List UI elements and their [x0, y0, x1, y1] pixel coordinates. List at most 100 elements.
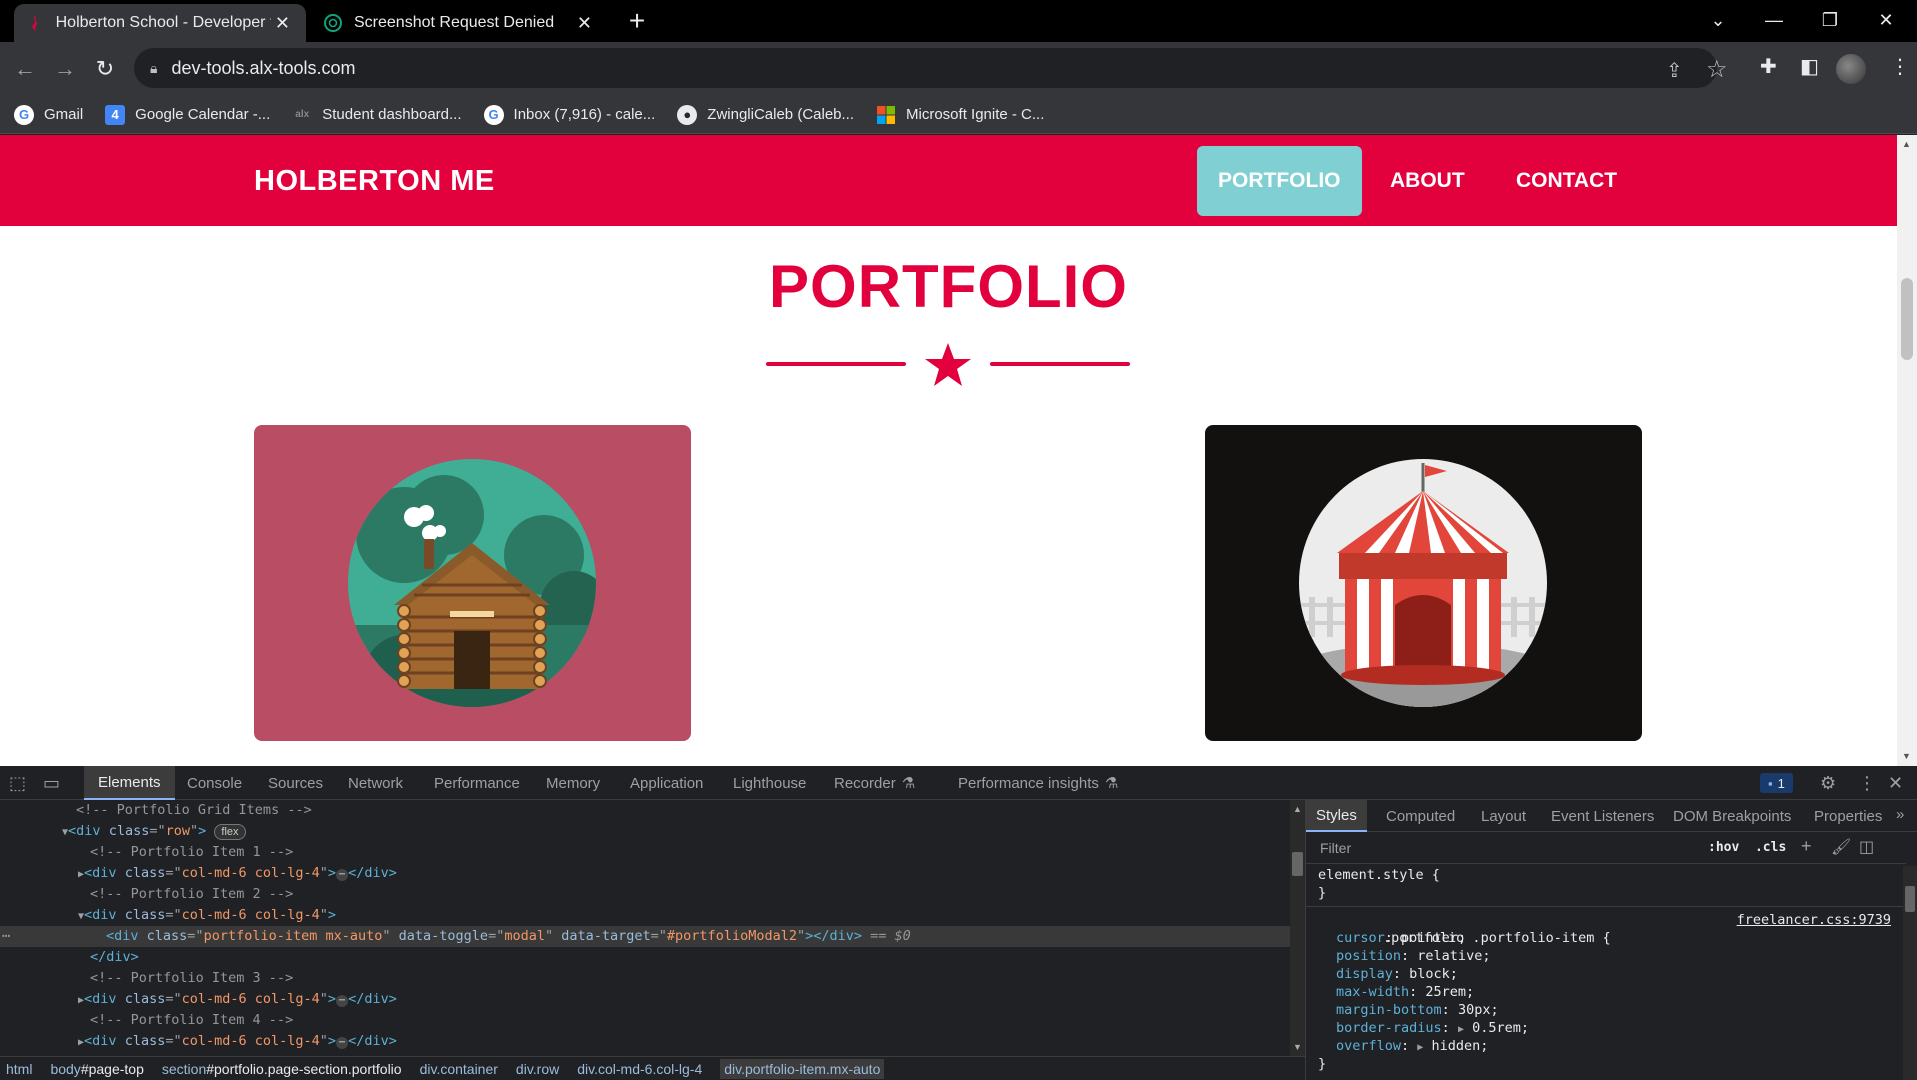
styles-tab-properties[interactable]: Properties: [1814, 800, 1882, 832]
devtools-tab-recorder[interactable]: Recorder ⚗: [834, 766, 915, 800]
minimize-icon[interactable]: —: [1744, 0, 1804, 40]
page-scrollbar[interactable]: ▲ ▼: [1897, 135, 1917, 766]
breadcrumb-section[interactable]: section#portfolio.page-section.portfolio: [162, 1061, 402, 1077]
page-scrollbar-thumb[interactable]: [1901, 278, 1913, 360]
browser-tab-screenshot[interactable]: Screenshot Request Denied ✕: [312, 4, 608, 42]
new-tab-button[interactable]: +: [620, 4, 654, 38]
issues-badge[interactable]: ▪ 1: [1760, 773, 1793, 793]
styles-tab-dom-breakpoints[interactable]: DOM Breakpoints: [1673, 800, 1791, 832]
css-declaration[interactable]: display: block;: [1318, 965, 1903, 983]
devtools-tab-performance[interactable]: Performance: [434, 766, 520, 800]
bookmark-inbox[interactable]: G Inbox (7,916) - cale...: [483, 104, 655, 125]
window-close-icon[interactable]: ✕: [1856, 0, 1916, 40]
flex-badge[interactable]: flex: [214, 824, 246, 840]
paint-roller-icon[interactable]: 🖌︎: [1831, 837, 1851, 857]
tab-close-icon[interactable]: ✕: [271, 13, 294, 34]
tab-search-chevron-icon[interactable]: ⌄: [1688, 0, 1748, 40]
extensions-puzzle-icon[interactable]: ✚: [1760, 54, 1777, 79]
dom-node[interactable]: ▶<div class="col-md-6 col-lg-4"> ⋯ </div>: [0, 1031, 1290, 1052]
styles-tab-layout[interactable]: Layout: [1481, 800, 1526, 832]
devtools-menu-kebab-icon[interactable]: ⋮: [1858, 773, 1876, 794]
devtools-tab-performance-insights[interactable]: Performance insights ⚗: [958, 766, 1118, 800]
devtools-tab-application[interactable]: Application: [630, 766, 703, 800]
address-bar[interactable]: 🔒︎ dev-tools.alx-tools.com ⇪ ☆: [134, 48, 1728, 88]
breadcrumb-portfolio-item[interactable]: div.portfolio-item.mx-auto: [720, 1058, 885, 1079]
more-tabs-chevron-icon[interactable]: »: [1896, 806, 1904, 823]
expand-triangle-icon[interactable]: ▶: [1458, 1024, 1464, 1035]
nav-link-contact[interactable]: CONTACT: [1495, 146, 1638, 216]
elements-scrollbar-thumb[interactable]: [1292, 852, 1303, 876]
css-rule-header[interactable]: .portfolio .portfolio-item { freelancer.…: [1318, 911, 1903, 946]
dom-node[interactable]: ▼<div class="col-md-6 col-lg-4">: [0, 905, 1290, 926]
portfolio-item-cabin[interactable]: [254, 425, 691, 741]
scroll-up-arrow-icon[interactable]: ▲: [1293, 804, 1302, 814]
expand-triangle-icon[interactable]: ▶: [1417, 1042, 1423, 1053]
breadcrumb-html[interactable]: html: [6, 1061, 32, 1077]
menu-kebab-icon[interactable]: ⋮: [1890, 54, 1910, 79]
restore-icon[interactable]: ❐: [1800, 0, 1860, 40]
ellipsis-icon[interactable]: ⋯: [336, 995, 349, 1007]
bookmark-gmail[interactable]: G Gmail: [14, 104, 83, 125]
devtools-tab-sources[interactable]: Sources: [268, 766, 323, 800]
breadcrumb-container[interactable]: div.container: [420, 1061, 498, 1077]
share-icon[interactable]: ⇪: [1666, 58, 1683, 83]
dom-node[interactable]: <!-- Portfolio Item 2 -->: [0, 884, 1290, 905]
css-declaration[interactable]: position: relative;: [1318, 947, 1903, 965]
reload-icon[interactable]: ↻: [87, 51, 123, 87]
rule-source-link[interactable]: freelancer.css:9739: [1737, 911, 1891, 929]
styles-filter-input[interactable]: Filter :hov .cls + 🖌︎ ◫: [1306, 832, 1906, 864]
inspect-element-icon[interactable]: ⬚: [9, 773, 26, 794]
nav-link-about[interactable]: ABOUT: [1369, 146, 1486, 216]
devtools-tab-elements[interactable]: Elements: [84, 766, 175, 800]
bookmark-microsoft-ignite[interactable]: Microsoft Ignite - C...: [876, 105, 1044, 125]
dom-node[interactable]: <!-- Portfolio Item 4 -->: [0, 1010, 1290, 1031]
devtools-tab-console[interactable]: Console: [187, 766, 242, 800]
portfolio-item-circus-tent[interactable]: [1205, 425, 1642, 741]
styles-tab-styles[interactable]: Styles: [1306, 800, 1367, 832]
ellipsis-icon[interactable]: ⋯: [336, 869, 349, 881]
elements-scrollbar[interactable]: ▲ ▼: [1290, 800, 1305, 1056]
dom-node[interactable]: <!-- Portfolio Item 1 -->: [0, 842, 1290, 863]
dom-node[interactable]: ▶<div class="col-md-6 col-lg-4"> ⋯ </div>: [0, 863, 1290, 884]
tab-close-icon[interactable]: ✕: [573, 13, 596, 34]
breadcrumb-row[interactable]: div.row: [516, 1061, 559, 1077]
styles-scrollbar-thumb[interactable]: [1905, 886, 1915, 912]
hov-toggle[interactable]: :hov .cls: [1708, 840, 1786, 855]
scroll-up-arrow-icon[interactable]: ▲: [1902, 139, 1911, 149]
device-toolbar-icon[interactable]: ▭: [43, 773, 60, 794]
bookmark-star-icon[interactable]: ☆: [1706, 55, 1728, 84]
dom-node-selected[interactable]: ⋯ <div class="portfolio-item mx-auto" dat…: [0, 926, 1290, 947]
scroll-down-arrow-icon[interactable]: ▼: [1293, 1042, 1302, 1052]
breadcrumb-body[interactable]: body#page-top: [50, 1061, 143, 1077]
css-declaration[interactable]: overflow: ▶ hidden;: [1318, 1037, 1903, 1055]
back-arrow-icon[interactable]: ←: [7, 51, 43, 87]
node-actions-ellipsis-icon[interactable]: ⋯: [2, 926, 10, 947]
devtools-close-icon[interactable]: ✕: [1888, 773, 1903, 794]
bookmark-student-dashboard[interactable]: alx Student dashboard...: [292, 105, 461, 125]
dom-node[interactable]: <!-- Portfolio Item 3 -->: [0, 968, 1290, 989]
profile-avatar[interactable]: [1836, 54, 1866, 84]
site-brand[interactable]: HOLBERTON ME: [254, 165, 495, 198]
settings-gear-icon[interactable]: ⚙: [1820, 773, 1836, 794]
devtools-tab-lighthouse[interactable]: Lighthouse: [733, 766, 806, 800]
css-declaration[interactable]: margin-bottom: 30px;: [1318, 1001, 1903, 1019]
nav-link-portfolio[interactable]: PORTFOLIO: [1197, 146, 1362, 216]
css-declaration[interactable]: border-radius: ▶ 0.5rem;: [1318, 1019, 1903, 1037]
devtools-tab-memory[interactable]: Memory: [546, 766, 600, 800]
element-style-rule[interactable]: element.style {: [1318, 866, 1903, 884]
computed-sidebar-icon[interactable]: ◫: [1859, 837, 1874, 857]
dom-node[interactable]: <!-- Portfolio Grid Items -->: [0, 800, 1290, 821]
styles-tab-computed[interactable]: Computed: [1386, 800, 1455, 832]
dom-node[interactable]: ▶<div class="col-md-6 col-lg-4"> ⋯ </div>: [0, 989, 1290, 1010]
forward-arrow-icon[interactable]: →: [47, 51, 83, 87]
breadcrumb-col[interactable]: div.col-md-6.col-lg-4: [577, 1061, 702, 1077]
dom-node[interactable]: </div>: [0, 947, 1290, 968]
css-declaration[interactable]: max-width: 25rem;: [1318, 983, 1903, 1001]
styles-scrollbar[interactable]: [1903, 866, 1917, 1080]
ellipsis-icon[interactable]: ⋯: [336, 1037, 349, 1049]
bookmark-google-calendar[interactable]: 4 Google Calendar -...: [105, 104, 270, 125]
dom-node[interactable]: ▼<div class="row"> flex: [0, 821, 1290, 842]
browser-tab-holberton[interactable]: Holberton School - Developer tools ✕: [14, 4, 306, 42]
devtools-tab-network[interactable]: Network: [348, 766, 403, 800]
bookmark-github[interactable]: ● ZwingliCaleb (Caleb...: [677, 104, 854, 125]
